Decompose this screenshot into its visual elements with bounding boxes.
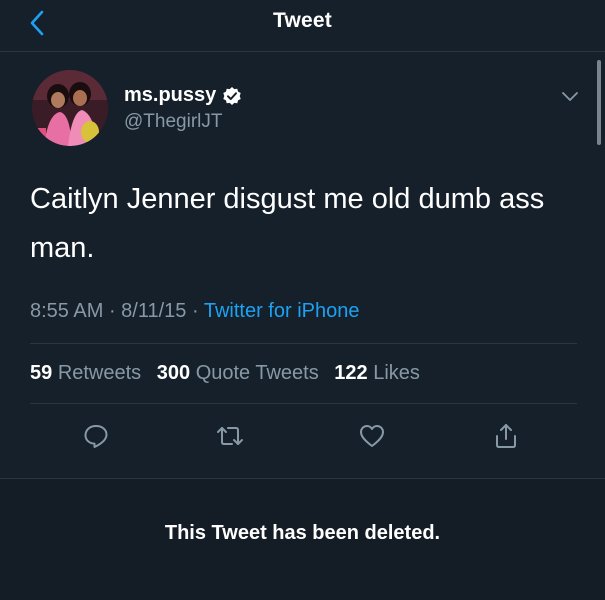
retweet-button[interactable] bbox=[214, 420, 246, 452]
tweet-time: 8:55 AM bbox=[30, 300, 104, 322]
quote-tweets-label: Quote Tweets bbox=[195, 362, 319, 384]
divider bbox=[30, 343, 577, 344]
scrollbar[interactable] bbox=[597, 60, 601, 145]
reply-icon bbox=[84, 425, 108, 448]
retweet-icon bbox=[217, 427, 243, 445]
tweet-actions-bar bbox=[0, 420, 605, 456]
tweet-source-link[interactable]: Twitter for iPhone bbox=[204, 300, 360, 322]
likes-count: 122 bbox=[334, 362, 368, 384]
divider bbox=[30, 403, 577, 404]
meta-separator: · bbox=[191, 300, 204, 322]
retweets-count: 59 bbox=[30, 362, 53, 384]
like-icon bbox=[360, 425, 384, 447]
likes-label: Likes bbox=[373, 362, 420, 384]
share-icon bbox=[496, 424, 516, 448]
top-bar: Tweet bbox=[0, 0, 605, 52]
author-name-row[interactable]: ms.pussy bbox=[124, 84, 242, 107]
tweet-text: Caitlyn Jenner disgust me old dumb ass m… bbox=[30, 183, 545, 264]
share-button[interactable] bbox=[490, 420, 522, 452]
avatar-image bbox=[32, 70, 108, 146]
more-options-button[interactable] bbox=[558, 86, 582, 106]
tweet-stats: 59 Retweets 300 Quote Tweets 122 Likes bbox=[30, 362, 430, 385]
display-name[interactable]: ms.pussy bbox=[124, 84, 216, 107]
page-title: Tweet bbox=[273, 9, 332, 32]
tweet-date: 8/11/15 bbox=[121, 300, 187, 322]
like-button[interactable] bbox=[356, 420, 388, 452]
verified-badge-icon bbox=[223, 86, 241, 105]
retweets-stat[interactable]: 59 Retweets bbox=[30, 362, 141, 384]
meta-separator: · bbox=[108, 300, 122, 322]
quote-tweets-stat[interactable]: 300 Quote Tweets bbox=[157, 362, 319, 384]
deleted-notice: This Tweet has been deleted. bbox=[164, 522, 441, 544]
tweet-meta: 8:55 AM · 8/11/15 · Twitter for iPhone bbox=[30, 300, 359, 323]
likes-stat[interactable]: 122 Likes bbox=[334, 362, 420, 384]
retweets-label: Retweets bbox=[57, 362, 142, 384]
chevron-down-icon bbox=[562, 92, 578, 101]
avatar[interactable] bbox=[32, 70, 108, 146]
quote-tweets-count: 300 bbox=[156, 362, 191, 384]
reply-button[interactable] bbox=[80, 420, 112, 452]
user-handle[interactable]: @ThegirlJT bbox=[124, 111, 222, 133]
